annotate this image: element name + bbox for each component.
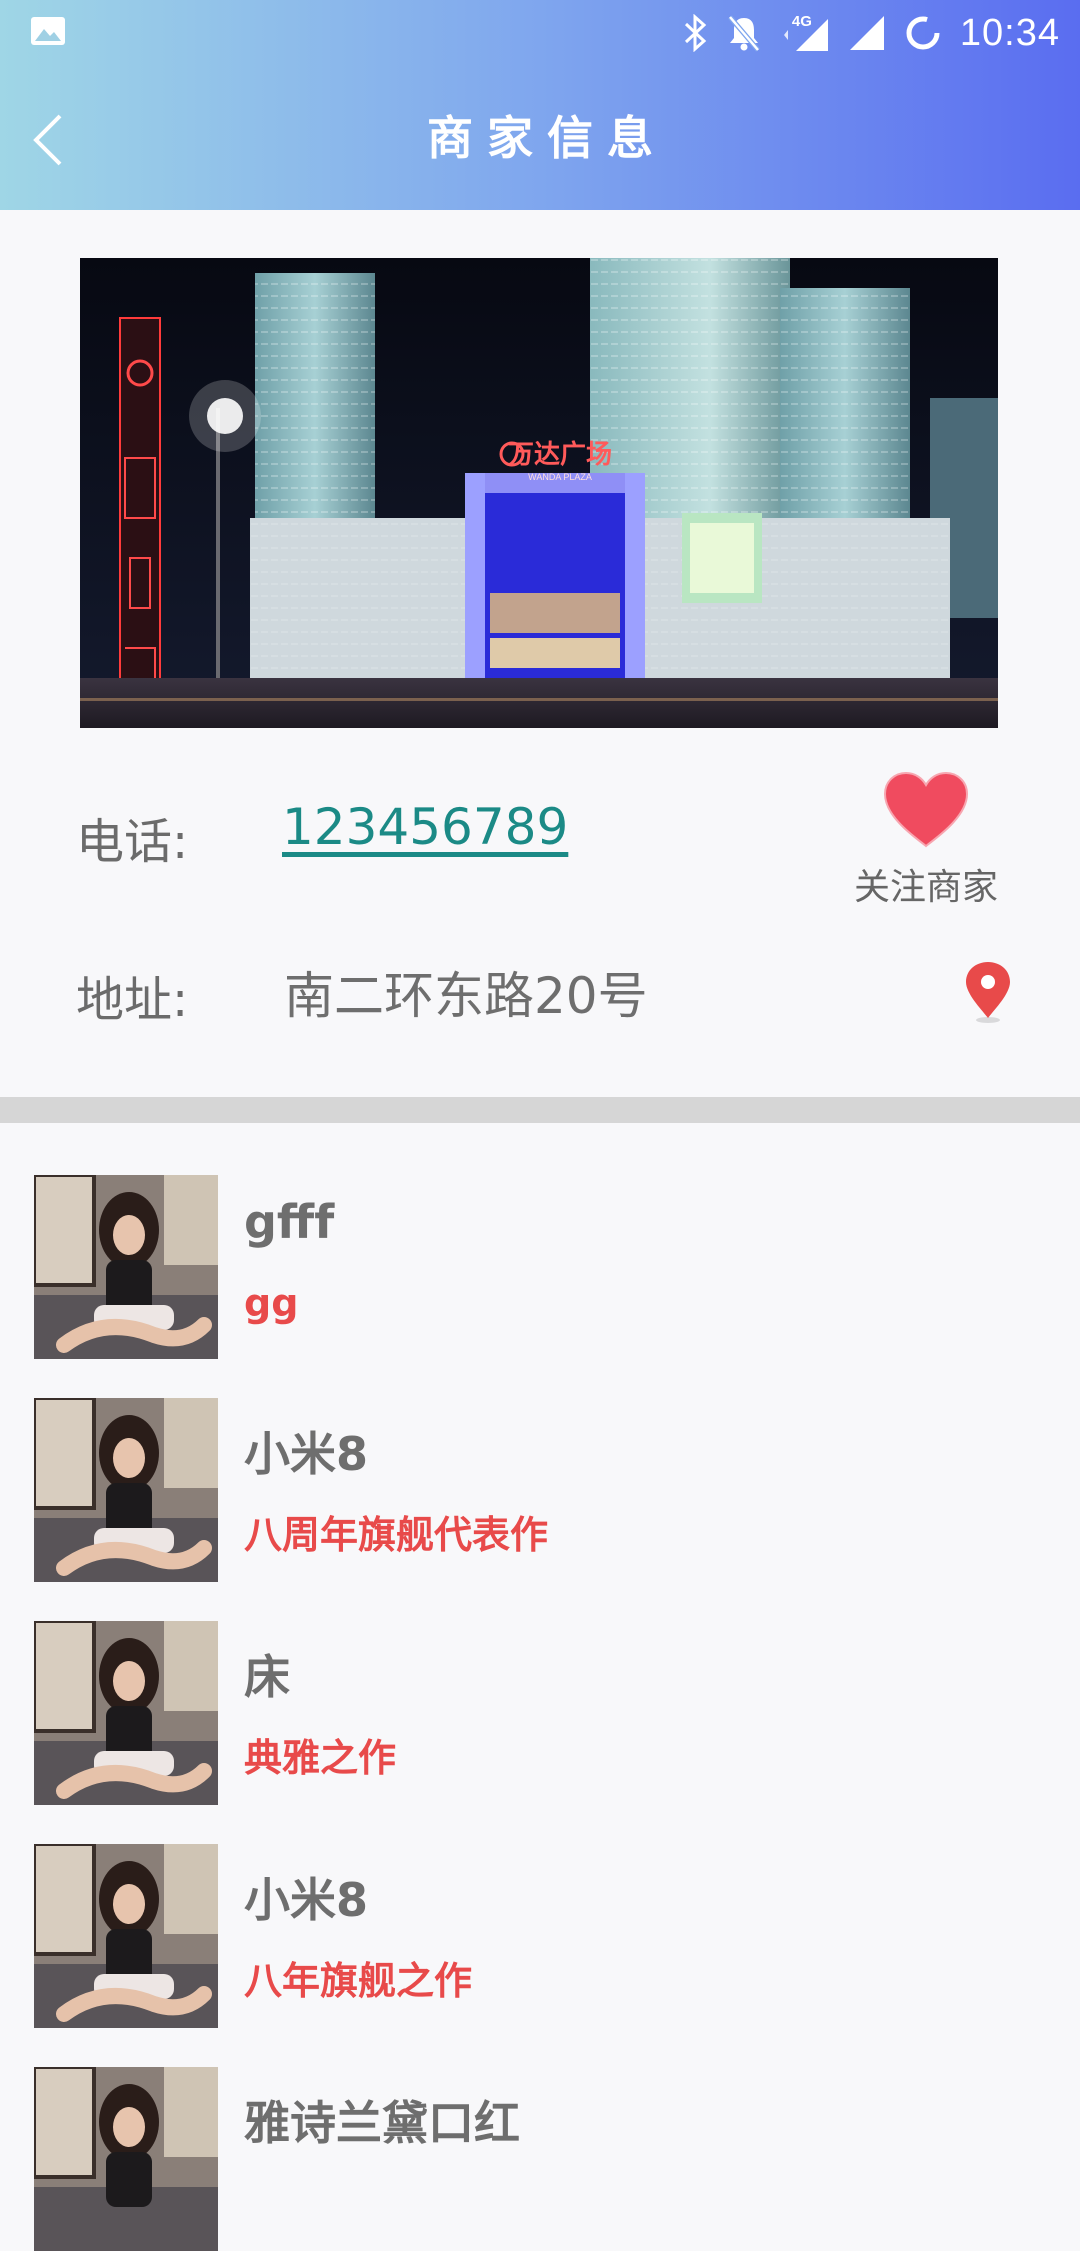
follow-merchant-label: 关注商家 [853,867,998,908]
product-thumbnail [34,2067,218,2251]
product-description: gg [244,1281,299,1325]
image-notification-icon [31,17,65,45]
product-name: 小米8 [244,1427,369,1481]
product-description: 典雅之作 [244,1736,397,1780]
product-description: 八周年旗舰代表作 [244,1513,549,1557]
merchant-banner-image: 万达广场 WANDA PLAZA [80,258,998,728]
status-icons: 4G 10:34 [682,8,1060,58]
phone-link[interactable]: 123456789 [282,798,568,856]
product-thumbnail [34,1175,218,1359]
product-list-item[interactable]: 床 典雅之作 [34,1621,1054,1805]
map-location-button[interactable] [962,960,1014,1024]
product-name: 雅诗兰黛口红 [244,2096,520,2150]
address-value: 南二环东路20号 [284,967,648,1025]
status-bar: 4G 10:34 [0,0,1080,66]
cellular-signal-icon [783,19,828,51]
product-list-item[interactable]: 小米8 八年旗舰之作 [34,1844,1054,2028]
product-name: 小米8 [244,1873,369,1927]
product-name: 床 [244,1650,290,1704]
product-thumbnail [34,1398,218,1582]
product-thumbnail [34,1844,218,2028]
status-time: 10:34 [959,11,1060,54]
product-list-item[interactable]: gfff gg [34,1175,1054,1359]
product-name: gfff [244,1195,335,1249]
product-list-item[interactable]: 雅诗兰黛口红 [34,2067,1054,2251]
follow-merchant-button[interactable]: 关注商家 [848,770,1004,910]
address-label: 地址: [76,972,189,1028]
bluetooth-icon [684,14,707,52]
cellular-signal-icon-2 [849,16,884,50]
page-title: 商家信息 [427,111,667,165]
location-pin-icon [966,962,1010,1023]
nav-bar: 商家信息 [0,66,1080,210]
product-description: 八年旗舰之作 [244,1959,473,2003]
cellular-4g-indicator: 4G [780,13,830,53]
battery-loading-icon [906,16,940,50]
mall-sign-subtext: WANDA PLAZA [528,472,592,482]
notifications-muted-icon [727,15,760,52]
back-button[interactable] [18,110,78,170]
product-list-item[interactable]: 小米8 八周年旗舰代表作 [34,1398,1054,1582]
product-thumbnail [34,1621,218,1805]
heart-icon [883,771,969,848]
header: 4G 10:34 商家信息 [0,0,1080,210]
phone-label: 电话: [76,814,189,870]
section-divider [0,1097,1080,1123]
chevron-left-icon [33,114,62,166]
